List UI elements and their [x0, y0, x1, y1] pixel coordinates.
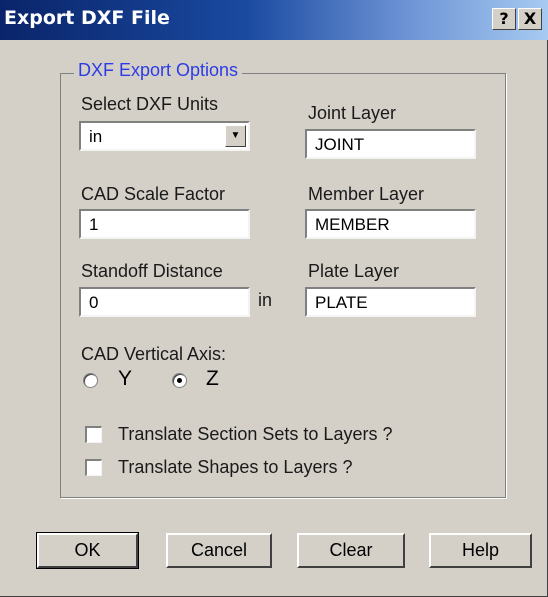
radio-y-label[interactable]: Y [118, 367, 132, 391]
chevron-down-icon[interactable]: ▼ [225, 125, 246, 147]
group-legend: DXF Export Options [74, 60, 243, 81]
standoff-unit: in [258, 290, 273, 310]
close-button[interactable]: X [518, 8, 542, 30]
joint-layer-input[interactable]: JOINT [305, 129, 476, 159]
vertical-axis-label: CAD Vertical Axis: [81, 344, 227, 364]
units-label: Select DXF Units [81, 94, 219, 114]
units-value: in [89, 127, 103, 146]
scale-factor-label: CAD Scale Factor [81, 184, 226, 204]
section-sets-label[interactable]: Translate Section Sets to Layers ? [118, 424, 392, 445]
units-select[interactable]: in ▼ [79, 121, 250, 151]
radio-z-label[interactable]: Z [206, 367, 219, 391]
standoff-label: Standoff Distance [81, 261, 223, 281]
member-layer-label: Member Layer [308, 184, 425, 204]
section-sets-checkbox[interactable] [85, 426, 102, 443]
plate-layer-input[interactable]: PLATE [305, 287, 476, 317]
shapes-checkbox[interactable] [85, 459, 102, 476]
clear-button[interactable]: Clear [297, 533, 405, 568]
radio-y[interactable] [83, 373, 98, 388]
radio-z[interactable] [172, 373, 187, 388]
cancel-button[interactable]: Cancel [166, 533, 272, 568]
shapes-label[interactable]: Translate Shapes to Layers ? [118, 457, 352, 478]
scale-factor-input[interactable]: 1 [79, 209, 250, 239]
export-dxf-dialog: Export DXF File ? X DXF Export Options S… [0, 0, 548, 597]
title-bar[interactable]: Export DXF File ? X [0, 0, 548, 40]
window-title: Export DXF File [4, 7, 170, 29]
radio-selected-dot [177, 378, 182, 383]
joint-layer-label: Joint Layer [308, 103, 397, 123]
ok-button[interactable]: OK [36, 532, 139, 569]
help-title-button[interactable]: ? [492, 8, 516, 30]
standoff-input[interactable]: 0 [79, 287, 250, 317]
plate-layer-label: Plate Layer [308, 261, 400, 281]
member-layer-input[interactable]: MEMBER [305, 209, 476, 239]
help-button[interactable]: Help [429, 533, 532, 568]
